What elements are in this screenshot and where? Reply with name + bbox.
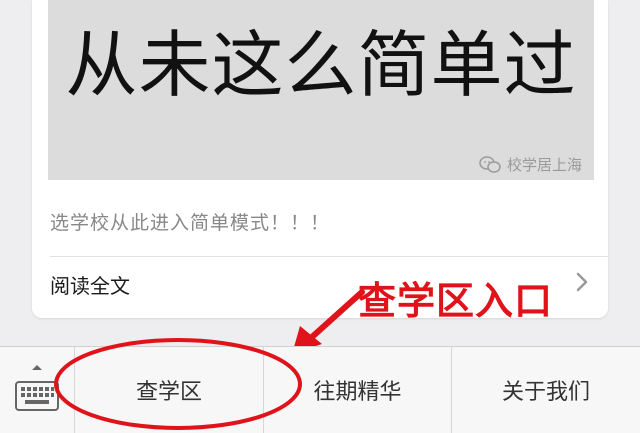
cover-text: 从未这么简单过 bbox=[65, 23, 577, 107]
read-more-link[interactable]: 阅读全文 bbox=[50, 270, 130, 299]
expand-caret-icon bbox=[32, 365, 42, 370]
chevron-right-icon[interactable] bbox=[570, 270, 594, 294]
bottom-menu-bar: 查学区 往期精华 关于我们 bbox=[0, 346, 640, 433]
annotation-label: 查学区入口 bbox=[358, 279, 554, 323]
menu-item-about-us[interactable]: 关于我们 bbox=[452, 347, 640, 433]
menu-item-label: 往期精华 bbox=[313, 380, 402, 405]
menu-item-label: 关于我们 bbox=[501, 380, 590, 405]
keyboard-icon bbox=[15, 381, 59, 411]
cover-image: 从未这么简单过 校学居上海 bbox=[48, 0, 594, 180]
watermark: 校学居上海 bbox=[479, 154, 582, 175]
wechat-icon bbox=[479, 155, 501, 173]
menu-item-check-school-district[interactable]: 查学区 bbox=[75, 347, 264, 433]
divider bbox=[50, 256, 608, 257]
keyboard-toggle-button[interactable] bbox=[0, 347, 75, 433]
article-digest: 选学校从此进入简单模式！！！ bbox=[50, 212, 331, 234]
menu-item-past-highlights[interactable]: 往期精华 bbox=[264, 347, 452, 433]
watermark-text: 校学居上海 bbox=[506, 156, 582, 174]
menu-item-label: 查学区 bbox=[135, 380, 202, 405]
